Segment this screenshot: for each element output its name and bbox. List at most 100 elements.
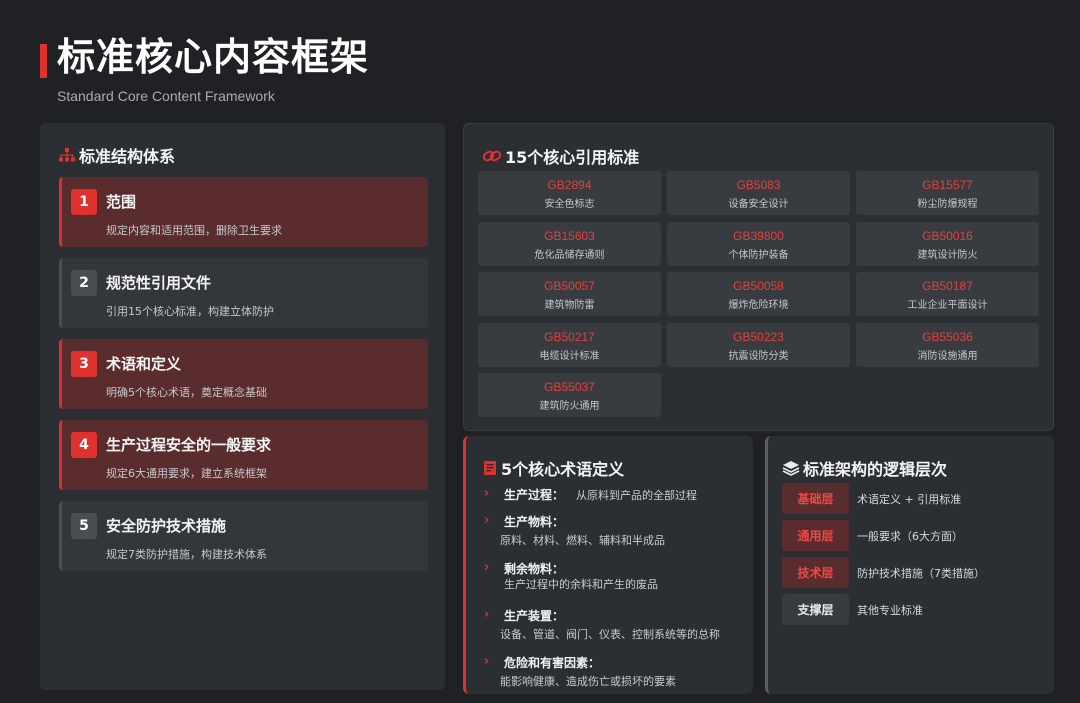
standard-name: 建筑防火通用 [539,401,600,412]
standard-name: 个体防护装备 [728,250,789,261]
item-title: 术语和定义 [106,355,182,373]
item-title: 安全防护技术措施 [106,517,227,535]
chevron-right-icon: › [484,607,490,622]
page-title: 标准核心内容框架 [57,35,370,79]
standard-name: 消防设施通用 [917,351,978,362]
standard-card: GB2894 安全色标志 [478,171,661,215]
chevron-right-icon: › [484,560,490,575]
item-title: 规范性引用文件 [106,274,212,292]
term-item: › 生产过程： 从原料到产品的全部过程 [484,486,744,504]
standard-card: GB50057 建筑物防雷 [478,272,661,316]
term-description: 原料、材料、燃料、辅料和半成品 [500,534,665,547]
structure-item: 2 规范性引用文件 引用15个核心标准，构建立体防护 [59,258,428,328]
standard-code: GB50016 [922,229,973,243]
item-description: 规定内容和适用范围，删除卫生要求 [106,224,282,237]
term-item: › 剩余物料： 生产过程中的余料和产生的废品 [484,560,744,596]
standard-code: GB50217 [544,330,595,344]
item-number: 5 [71,513,97,539]
standard-code: GB50223 [733,330,784,344]
standard-card: GB50016 建筑设计防火 [856,222,1039,266]
layer-description: 一般要求（6大方面） [857,530,963,543]
standard-card: GB5083 设备安全设计 [667,171,850,215]
standard-code: GB15577 [922,178,973,192]
layer-badge: 支撑层 [782,594,849,625]
standard-code: GB55036 [922,330,973,344]
layer-description: 防护技术措施（7类措施） [857,567,985,580]
item-description: 规定6大通用要求，建立系统框架 [106,467,267,480]
chevron-right-icon: › [484,654,490,669]
term-description: 能影响健康、造成伤亡或损坏的要素 [500,675,676,688]
standards-panel-title: 15个核心引用标准 [482,144,639,168]
standard-code: GB5083 [736,178,781,192]
standard-name: 电缆设计标准 [539,351,600,362]
standard-card: GB39800 个体防护装备 [667,222,850,266]
standard-card: GB50223 抗震设防分类 [667,323,850,367]
standard-name: 抗震设防分类 [728,351,789,362]
layers-icon [782,460,800,476]
item-description: 引用15个核心标准，构建立体防护 [106,305,274,318]
item-number: 2 [71,270,97,296]
standard-card: GB15577 粉尘防爆规程 [856,171,1039,215]
term-title: 危险和有害因素： [504,656,601,670]
item-title: 范围 [106,193,137,211]
term-item: › 危险和有害因素： 能影响健康、造成伤亡或损坏的要素 [484,654,744,690]
term-title: 生产物料： [504,515,565,529]
layer-badge: 技术层 [782,557,849,588]
standard-card: GB50187 工业企业平面设计 [856,272,1039,316]
page-subtitle: Standard Core Content Framework [57,88,275,104]
structure-item: 5 安全防护技术措施 规定7类防护措施，构建技术体系 [59,501,428,571]
term-description: 设备、管道、阀门、仪表、控制系统等的总称 [500,628,720,641]
standard-name: 粉尘防爆规程 [917,199,978,210]
chevron-right-icon: › [484,513,490,528]
structure-item: 1 范围 规定内容和适用范围，删除卫生要求 [59,177,428,247]
standards-panel: 15个核心引用标准 GB2894 安全色标志 GB5083 设备安全设计 GB1… [463,123,1054,431]
structure-panel: 标准结构体系 1 范围 规定内容和适用范围，删除卫生要求 2 规范性引用文件 引… [40,123,445,690]
term-description: 生产过程中的余料和产生的废品 [504,578,658,591]
standard-code: GB39800 [733,229,784,243]
sitemap-icon [58,147,76,163]
term-item: › 生产装置： 设备、管道、阀门、仪表、控制系统等的总称 [484,607,744,643]
layer-description: 其他专业标准 [857,604,923,617]
terms-panel-title: 5个核心术语定义 [482,456,624,480]
standard-name: 建筑物防雷 [544,300,595,311]
standard-code: GB55037 [544,380,595,394]
item-description: 规定7类防护措施，构建技术体系 [106,548,267,561]
standard-card: GB50217 电缆设计标准 [478,323,661,367]
terms-panel-label: 5个核心术语定义 [501,460,625,479]
standard-name: 爆炸危险环境 [728,300,789,311]
item-number: 4 [71,432,97,458]
layers-panel: 标准架构的逻辑层次 基础层 术语定义 + 引用标准 通用层 一般要求（6大方面）… [765,436,1054,694]
layer-description: 术语定义 + 引用标准 [857,493,962,506]
standard-name: 建筑设计防火 [917,250,978,261]
term-title: 剩余物料： [504,562,565,576]
terms-panel: 5个核心术语定义 › 生产过程： 从原料到产品的全部过程 › 生产物料： 原料、… [463,436,753,694]
item-number: 1 [71,189,97,215]
standard-code: GB50057 [544,279,595,293]
standard-name: 安全色标志 [544,199,595,210]
term-title: 生产过程： [504,488,565,502]
standard-code: GB15603 [544,229,595,243]
standard-card: GB15603 危化品储存通则 [478,222,661,266]
standard-name: 工业企业平面设计 [907,300,988,311]
structure-item: 3 术语和定义 明确5个核心术语，奠定概念基础 [59,339,428,409]
layer-badge: 基础层 [782,483,849,514]
title-accent-bar [40,44,47,78]
term-description: 从原料到产品的全部过程 [576,489,697,502]
standard-code: GB50187 [922,279,973,293]
standard-code: GB50058 [733,279,784,293]
standard-name: 危化品储存通则 [534,250,605,261]
layers-panel-title: 标准架构的逻辑层次 [782,456,947,480]
layers-panel-label: 标准架构的逻辑层次 [803,460,948,479]
standard-card: GB50058 爆炸危险环境 [667,272,850,316]
structure-item: 4 生产过程安全的一般要求 规定6大通用要求，建立系统框架 [59,420,428,490]
standard-card: GB55036 消防设施通用 [856,323,1039,367]
term-title: 生产装置： [504,609,565,623]
layer-badge: 通用层 [782,520,849,551]
term-item: › 生产物料： 原料、材料、燃料、辅料和半成品 [484,513,744,549]
structure-panel-title: 标准结构体系 [58,143,175,167]
item-description: 明确5个核心术语，奠定概念基础 [106,386,267,399]
standard-name: 设备安全设计 [728,199,789,210]
item-title: 生产过程安全的一般要求 [106,436,272,454]
standard-card: GB55037 建筑防火通用 [478,373,661,417]
item-number: 3 [71,351,97,377]
